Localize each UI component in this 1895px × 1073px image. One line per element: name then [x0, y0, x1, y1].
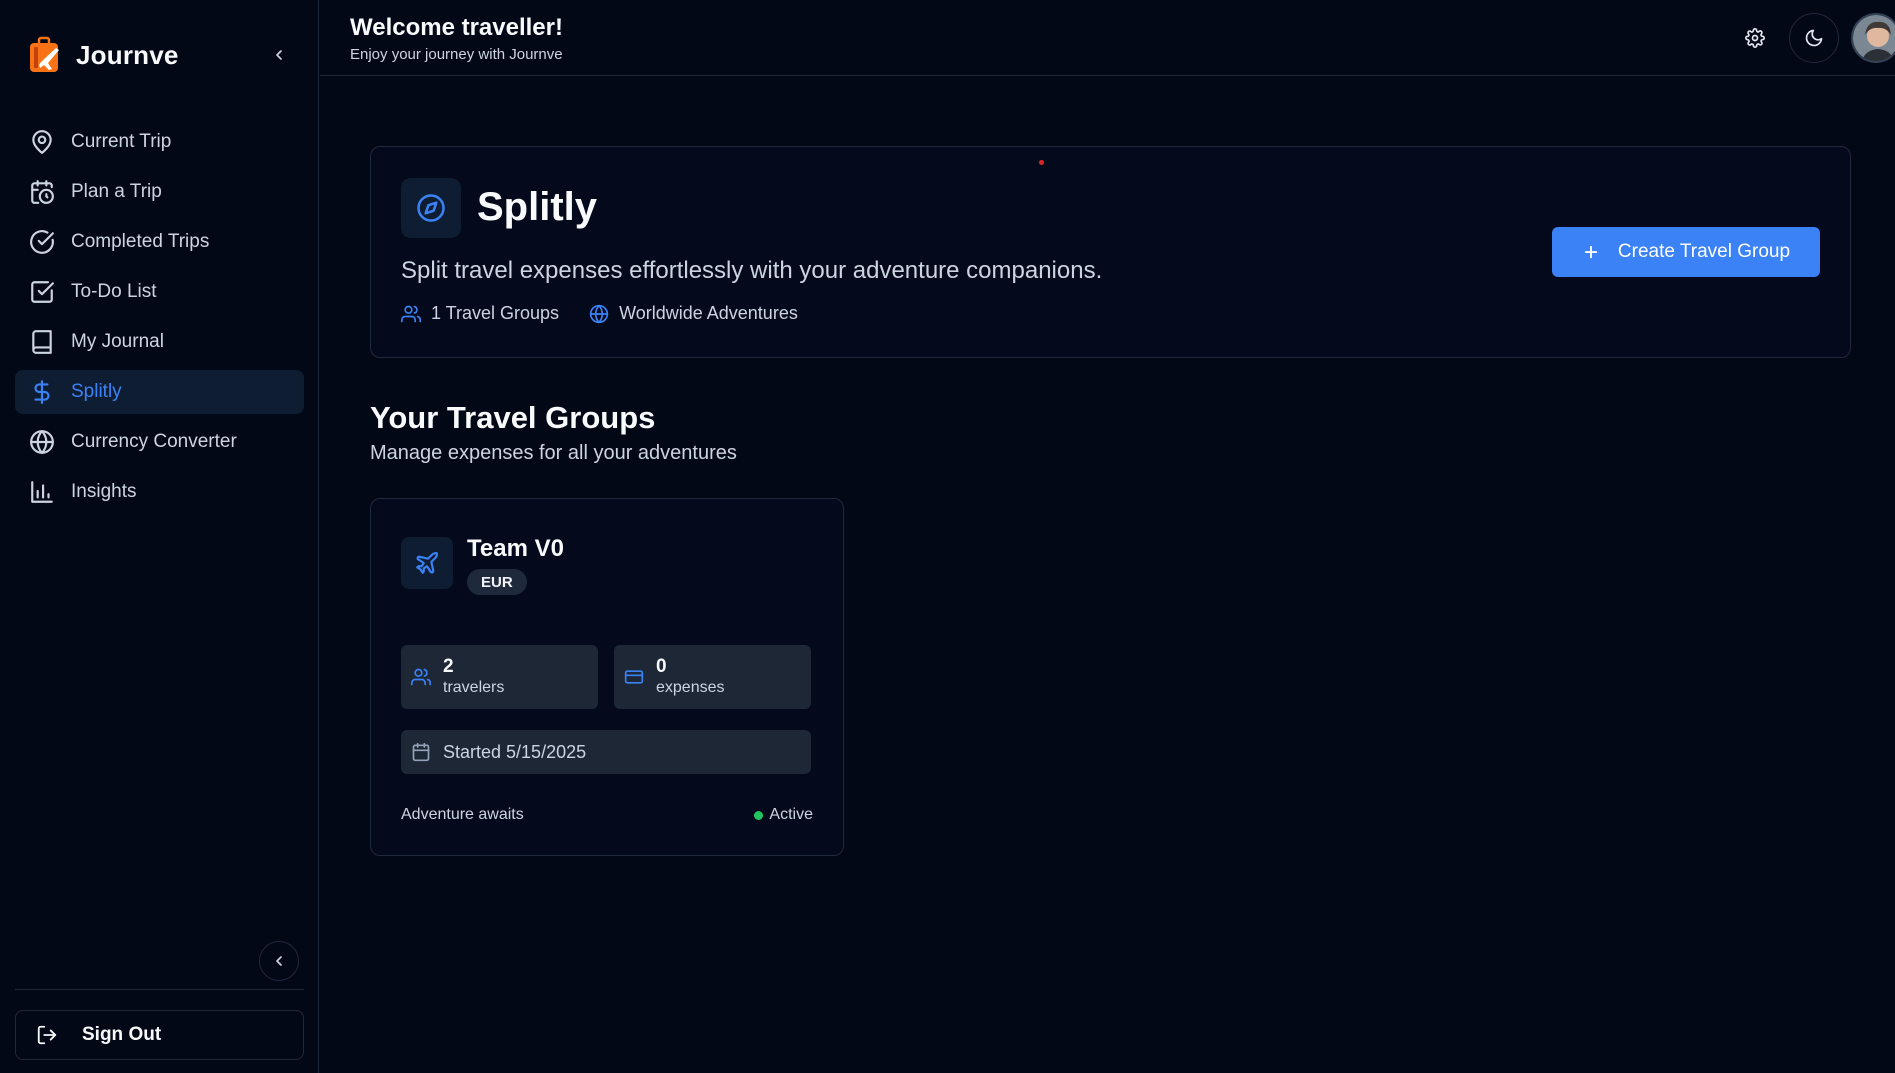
sidebar-item-to-do-list[interactable]: To-Do List [15, 270, 304, 314]
avatar-image-icon [1853, 15, 1895, 61]
sidebar-item-label: Current Trip [71, 131, 172, 152]
collapse-sidebar-button[interactable] [266, 42, 292, 68]
calendar-icon [412, 742, 430, 762]
user-avatar[interactable] [1851, 13, 1895, 63]
travelers-count: 2 [443, 656, 454, 677]
sidebar-item-label: My Journal [71, 331, 164, 352]
compass-badge [401, 178, 461, 238]
sidebar-item-insights[interactable]: Insights [15, 470, 304, 514]
plane-badge [401, 537, 453, 589]
brand-name: Journve [76, 39, 179, 70]
plus-icon [1584, 245, 1598, 259]
page-description: Split travel expenses effortlessly with … [401, 257, 1103, 284]
currency-badge: EUR [467, 569, 527, 595]
section-title: Your Travel Groups [370, 400, 656, 435]
dollar-icon [34, 380, 50, 404]
theme-toggle-button[interactable] [1789, 13, 1839, 63]
section-subtitle: Manage expenses for all your adventures [370, 442, 737, 464]
scope-label: Worldwide Adventures [619, 303, 798, 323]
moon-icon [1805, 29, 1823, 47]
log-out-icon [37, 1025, 57, 1045]
started-date: Started 5/15/2025 [401, 730, 811, 774]
sidebar-item-currency-converter[interactable]: Currency Converter [15, 420, 304, 464]
check-circle-icon [30, 230, 54, 254]
travelers-text: 2 travelers [443, 656, 504, 698]
book-icon [32, 330, 52, 354]
sign-out-label: Sign Out [82, 1024, 162, 1045]
gear-icon [1745, 28, 1765, 48]
expenses-stat: 0 expenses [614, 645, 811, 709]
compass-icon [417, 194, 445, 222]
expenses-text: 0 expenses [656, 656, 725, 698]
started-label: Started 5/15/2025 [443, 741, 587, 762]
sidebar-item-label: Completed Trips [71, 231, 210, 252]
travelers-stat: 2 travelers [401, 645, 598, 709]
check-square-icon [31, 281, 54, 303]
welcome-title: Welcome traveller! [350, 14, 563, 41]
sidebar-nav: Current Trip Plan a Trip Completed Trips… [15, 120, 304, 520]
scope: Worldwide Adventures [589, 303, 798, 324]
sidebar-item-completed-trips[interactable]: Completed Trips [15, 220, 304, 264]
top-header: Welcome traveller! Enjoy your journey wi… [320, 0, 1895, 76]
groups-count-label: 1 Travel Groups [431, 303, 560, 323]
sidebar-divider [15, 989, 304, 990]
chevron-left-icon [276, 50, 282, 60]
users-icon [411, 668, 431, 686]
sidebar-item-label: Insights [71, 481, 137, 502]
users-icon [401, 305, 421, 322]
plane-icon [416, 551, 439, 574]
group-tagline: Adventure awaits [401, 806, 524, 823]
sidebar-item-plan-a-trip[interactable]: Plan a Trip [15, 170, 304, 214]
suitcase-plane-logo-icon [30, 36, 59, 72]
status-badge: Active [754, 806, 813, 824]
groups-count: 1 Travel Groups [401, 303, 559, 324]
sidebar-item-label: Splitly [71, 381, 122, 402]
splitly-hero-card: Splitly Split travel expenses effortless… [370, 146, 1851, 358]
sidebar: Journve Current Trip Plan a Trip Complet… [0, 0, 319, 1073]
status-label: Active [769, 806, 813, 823]
indicator-dot [1039, 160, 1044, 165]
globe-icon [589, 304, 609, 323]
app-root: Journve Current Trip Plan a Trip Complet… [0, 0, 1895, 1073]
expenses-count: 0 [656, 656, 667, 677]
settings-button[interactable] [1730, 13, 1780, 63]
sidebar-item-current-trip[interactable]: Current Trip [15, 120, 304, 164]
brand[interactable]: Journve [28, 36, 179, 74]
sign-out-button[interactable]: Sign Out [15, 1010, 304, 1060]
status-dot [754, 810, 764, 820]
sidebar-item-label: To-Do List [71, 281, 157, 302]
travelers-label: travelers [443, 679, 505, 696]
sidebar-item-my-journal[interactable]: My Journal [15, 320, 304, 364]
hero-meta: 1 Travel Groups Worldwide Adventures [401, 303, 798, 324]
sidebar-item-label: Plan a Trip [71, 181, 162, 202]
welcome-subtitle: Enjoy your journey with Journve [350, 46, 563, 63]
group-name: Team V0 [467, 535, 564, 562]
map-pin-icon [32, 130, 52, 154]
travel-group-card[interactable]: Team V0 EUR 2 travelers 0 expenses Start… [370, 498, 844, 856]
collapse-sidebar-bottom-button[interactable] [259, 941, 299, 981]
globe-icon [30, 430, 54, 454]
page-title: Splitly [477, 185, 598, 229]
sidebar-item-label: Currency Converter [71, 431, 237, 452]
sidebar-item-splitly[interactable]: Splitly [15, 370, 304, 414]
expenses-label: expenses [656, 679, 725, 696]
bar-chart-icon [31, 481, 53, 503]
create-travel-group-button[interactable]: Create Travel Group [1552, 227, 1820, 277]
create-travel-group-label: Create Travel Group [1617, 241, 1791, 262]
calendar-clock-icon [31, 180, 54, 204]
chevron-left-icon [276, 956, 282, 966]
credit-card-icon [624, 670, 644, 684]
